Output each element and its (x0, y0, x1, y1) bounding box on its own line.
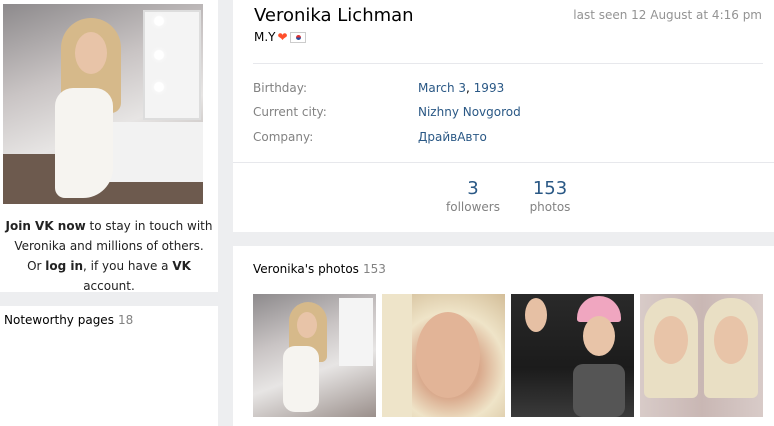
vk-brand-text: VK (172, 259, 191, 273)
city-link[interactable]: Nizhny Novgorod (418, 105, 521, 119)
photo-thumbnail[interactable] (640, 294, 763, 417)
heart-emoji-icon: ❤ (277, 30, 288, 44)
followers-count: 3 (467, 178, 479, 199)
followers-counter[interactable]: 3 followers (442, 178, 504, 214)
birthday-value: March 3, 1993 (418, 81, 505, 95)
profile-name: Veronika Lichman (254, 5, 414, 26)
profile-status: M.Y ❤ (254, 30, 306, 44)
photos-count-number: 153 (532, 178, 568, 199)
photos-count-label: photos (529, 200, 571, 214)
birthday-label: Birthday: (253, 81, 308, 95)
join-vk-prompt: Join VK now to stay in touch with Veroni… (5, 219, 213, 293)
photos-header-count: 153 (362, 262, 386, 276)
noteworthy-pages-header[interactable]: Noteworthy pages 18 (4, 313, 133, 327)
profile-divider (253, 63, 763, 64)
profile-avatar[interactable] (3, 4, 203, 204)
followers-label: followers (446, 200, 500, 214)
korea-flag-icon (289, 31, 306, 43)
city-label: Current city: (253, 105, 327, 119)
join-vk-link[interactable]: Join VK now (6, 219, 86, 233)
last-seen-status: last seen 12 August at 4:16 pm (573, 8, 762, 22)
company-link[interactable]: ДрайвАвто (418, 130, 487, 144)
photo-thumbnail[interactable] (511, 294, 634, 417)
counters-divider (233, 162, 774, 163)
photo-thumbnail[interactable] (382, 294, 505, 417)
birthday-year-link[interactable]: 1993 (474, 81, 505, 95)
photo-thumbnail[interactable] (253, 294, 376, 417)
photos-counter[interactable]: 153 photos (522, 178, 578, 214)
company-label: Company: (253, 130, 314, 144)
photos-header[interactable]: Veronika's photos 153 (253, 262, 386, 276)
login-link[interactable]: log in (45, 259, 83, 273)
birthday-date-link[interactable]: March 3 (418, 81, 466, 95)
noteworthy-pages-count: 18 (117, 313, 134, 327)
